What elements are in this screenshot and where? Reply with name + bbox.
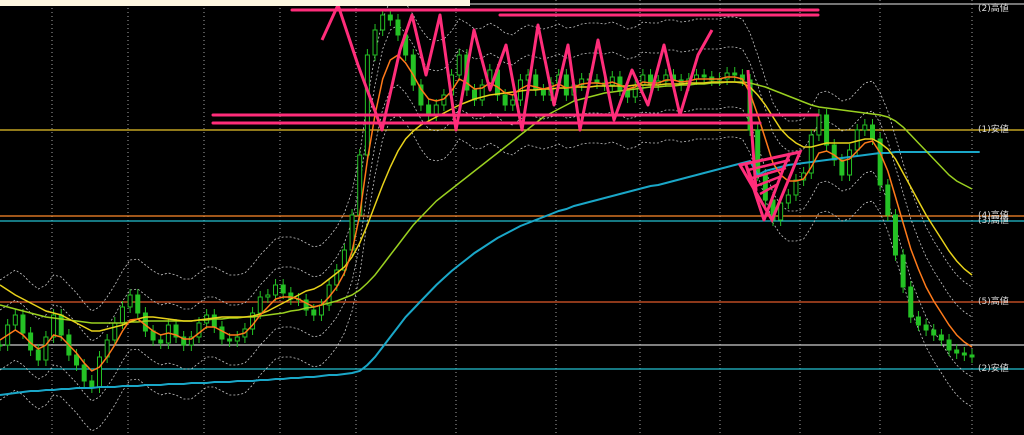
candle-body-127 bbox=[969, 354, 975, 358]
candle-body-92 bbox=[701, 74, 707, 78]
candle-body-31 bbox=[234, 336, 240, 342]
candle-body-3 bbox=[20, 314, 26, 334]
candle-body-100 bbox=[762, 174, 768, 201]
candle-body-71 bbox=[540, 89, 546, 96]
candle-body-50 bbox=[380, 14, 386, 31]
candle-body-30 bbox=[227, 338, 233, 342]
candle-body-34 bbox=[257, 296, 263, 314]
candle-body-13 bbox=[96, 356, 102, 388]
candle-body-124 bbox=[946, 339, 952, 351]
candle-body-19 bbox=[142, 312, 148, 332]
candle-body-82 bbox=[625, 89, 631, 98]
candle-body-5 bbox=[35, 349, 41, 361]
candle-body-96 bbox=[732, 72, 738, 76]
candle-body-51 bbox=[387, 14, 393, 21]
candle-body-103 bbox=[785, 194, 791, 204]
candle-body-125 bbox=[954, 349, 960, 354]
annotation-arrow-head bbox=[737, 149, 803, 224]
level-label-3: (3)高値 bbox=[978, 216, 1009, 226]
candle-body-108 bbox=[824, 114, 830, 146]
window-top-strip bbox=[0, 0, 470, 6]
bollinger-band-2 bbox=[0, 0, 973, 312]
candle-body-8 bbox=[58, 314, 64, 336]
candle-body-109 bbox=[831, 144, 837, 161]
level-label-1: (1)安値 bbox=[978, 125, 1009, 135]
candle-body-81 bbox=[617, 76, 623, 91]
level-label-0: (2)高値 bbox=[978, 4, 1009, 14]
candle-body-67 bbox=[510, 99, 516, 106]
candle-body-74 bbox=[563, 74, 569, 96]
price-chart bbox=[0, 0, 1024, 435]
candle-body-2 bbox=[12, 314, 18, 326]
candle-body-42 bbox=[318, 304, 324, 316]
candle-body-41 bbox=[311, 309, 317, 316]
candle-body-29 bbox=[219, 326, 225, 340]
candle-body-0 bbox=[0, 344, 3, 347]
candle-body-117 bbox=[892, 214, 898, 256]
candle-body-104 bbox=[793, 179, 799, 196]
candle-body-10 bbox=[74, 354, 80, 366]
level-label-6: (2)安値 bbox=[978, 364, 1009, 374]
candle-body-49 bbox=[372, 29, 378, 56]
candle-body-66 bbox=[502, 94, 508, 106]
candle-body-37 bbox=[280, 284, 286, 294]
candle-body-18 bbox=[135, 294, 141, 314]
candle-body-80 bbox=[609, 76, 615, 86]
candle-body-21 bbox=[158, 339, 164, 344]
candle-body-116 bbox=[885, 184, 891, 216]
candle-body-110 bbox=[839, 159, 845, 176]
candle-body-123 bbox=[938, 334, 944, 341]
candle-body-119 bbox=[908, 286, 914, 318]
candle-body-36 bbox=[273, 284, 279, 296]
ma-long-line bbox=[0, 151, 980, 396]
candle-body-122 bbox=[931, 329, 937, 336]
candle-body-115 bbox=[877, 138, 883, 186]
candle-body-12 bbox=[89, 380, 95, 388]
candle-body-111 bbox=[847, 149, 853, 176]
chart-stage: (2)高値 (1)安値 (4)高値 (3)高値 (5)高値 (2)安値 bbox=[0, 0, 1024, 435]
candle-body-52 bbox=[395, 19, 401, 36]
candle-body-118 bbox=[900, 254, 906, 288]
candle-body-17 bbox=[127, 294, 133, 308]
candle-body-60 bbox=[456, 54, 462, 76]
candle-body-35 bbox=[265, 294, 271, 298]
candle-body-11 bbox=[81, 364, 87, 382]
candle-body-16 bbox=[119, 306, 125, 324]
candle-body-126 bbox=[961, 352, 967, 356]
candle-body-107 bbox=[816, 114, 822, 136]
candle-body-114 bbox=[870, 124, 876, 140]
candle-body-113 bbox=[862, 124, 868, 131]
candle-body-54 bbox=[410, 54, 416, 86]
candle-body-121 bbox=[923, 324, 929, 331]
candle-body-6 bbox=[43, 336, 49, 361]
level-label-4: (5)高値 bbox=[978, 297, 1009, 307]
candle-body-120 bbox=[915, 316, 921, 326]
candle-body-48 bbox=[364, 54, 370, 156]
candle-body-15 bbox=[112, 322, 118, 341]
candle-body-28 bbox=[211, 314, 217, 328]
